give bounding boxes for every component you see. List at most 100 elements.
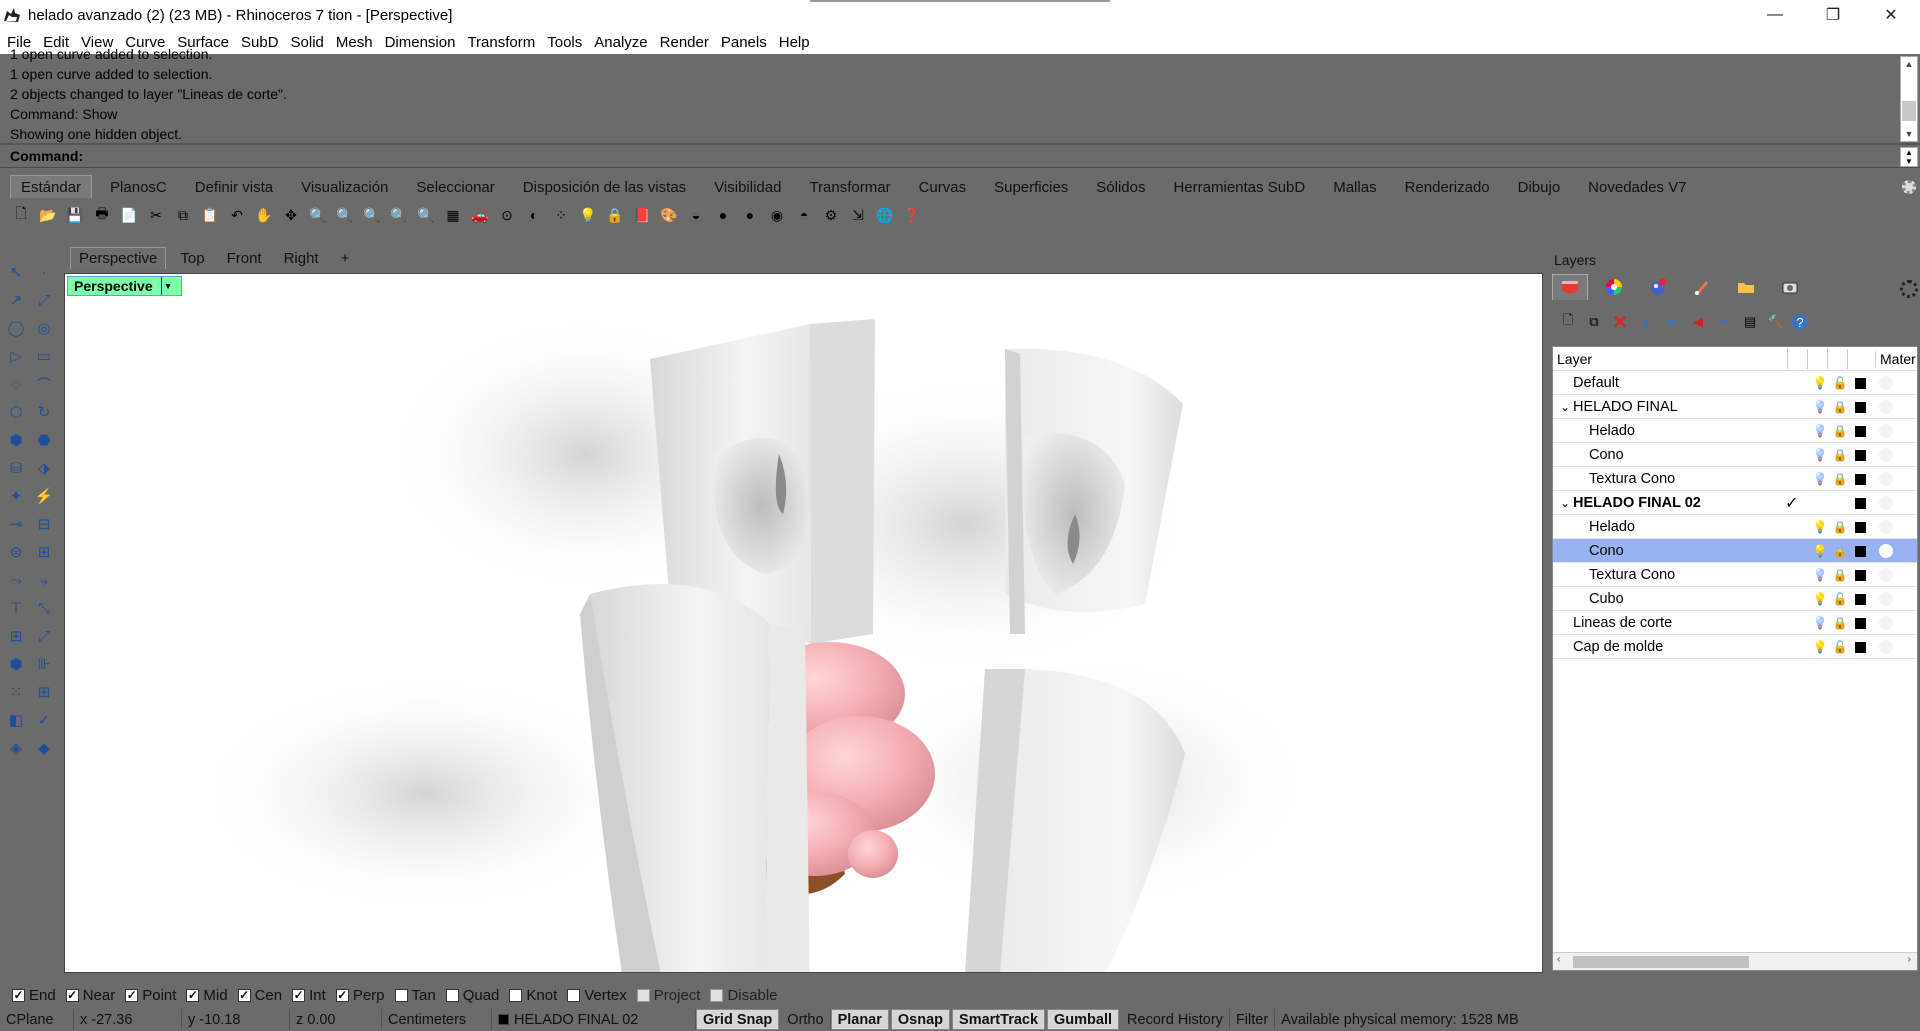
toolbox-tool-icon[interactable]: ⬢	[4, 652, 28, 676]
zoom-window-icon[interactable]: 🔍	[334, 204, 356, 226]
osnap-near[interactable]: ✓ Near	[65, 987, 115, 1004]
toolbox-tool-icon[interactable]: ·	[32, 260, 56, 284]
render-icon[interactable]: ◉	[766, 204, 788, 226]
tools-icon[interactable]: 🔨	[1766, 312, 1786, 332]
toolbox-tool-icon[interactable]: ⤳	[4, 568, 28, 592]
toolbar-tab[interactable]: Renderizado	[1395, 176, 1500, 198]
lock-icon[interactable]: 🔒	[1833, 447, 1848, 463]
layer-color-swatch[interactable]	[1855, 546, 1866, 557]
lock-icon[interactable]: 🔒	[1833, 615, 1848, 631]
osnap-checkbox[interactable]: ✓	[335, 988, 349, 1002]
close-button[interactable]: ✕	[1862, 0, 1920, 30]
osnap-perp[interactable]: ✓ Perp	[335, 987, 385, 1004]
material-sphere-icon[interactable]	[1879, 544, 1893, 558]
osnap-checkbox[interactable]: ✓	[12, 988, 25, 1002]
lock-icon[interactable]: 🔒	[1833, 543, 1848, 559]
zoom-extents-icon[interactable]: 🔍	[361, 204, 383, 226]
save-icon[interactable]: 💾	[64, 204, 86, 226]
menu-help[interactable]: Help	[779, 34, 810, 51]
material-slot[interactable]	[1879, 568, 1893, 582]
menu-dimension[interactable]: Dimension	[385, 34, 456, 51]
zoom-all-icon[interactable]: 🔍	[415, 204, 437, 226]
panel-settings-gear-icon[interactable]	[1900, 280, 1918, 298]
library-tab[interactable]	[1728, 274, 1764, 300]
osnap-disable[interactable]: Disable	[710, 987, 778, 1004]
toolbar-tab[interactable]: Disposición de las vistas	[513, 176, 696, 198]
viewport-tab-front[interactable]: Front	[219, 248, 270, 269]
layer-color-swatch[interactable]	[1855, 426, 1866, 437]
layer-color-swatch[interactable]	[1855, 402, 1866, 413]
layer-row[interactable]: Helado 💡 🔒	[1553, 515, 1917, 539]
toolbox-tool-icon[interactable]: ▷	[4, 344, 28, 368]
toolbar-tab[interactable]: Curvas	[909, 176, 977, 198]
units-status[interactable]: Centimeters	[382, 1009, 492, 1030]
osnap-end[interactable]: ✓ End	[12, 987, 56, 1004]
add-viewport-tab-button[interactable]: +	[333, 248, 358, 269]
layer-list-hscrollbar[interactable]: ‹ ›	[1553, 952, 1917, 970]
osnap-checkbox[interactable]	[567, 988, 581, 1002]
layer-row[interactable]: Cono 💡 🔒	[1553, 443, 1917, 467]
grid-snap-toggle[interactable]: Grid Snap	[696, 1009, 780, 1030]
command-input[interactable]	[90, 147, 1890, 167]
toolbar-tab[interactable]: Superficies	[984, 176, 1078, 198]
display-tab[interactable]	[1596, 274, 1632, 300]
import-icon[interactable]: 📄	[118, 204, 140, 226]
select-points-icon[interactable]: ⁘	[550, 204, 572, 226]
copy-icon[interactable]: ⧉	[172, 204, 194, 226]
scroll-right-icon[interactable]: ›	[1908, 954, 1911, 965]
visibility-bulb-icon[interactable]: 💡	[1813, 519, 1828, 535]
layer-color-swatch[interactable]	[1855, 498, 1866, 509]
osnap-int[interactable]: ✓ Int	[292, 987, 326, 1004]
globe-icon[interactable]: 🌐	[874, 204, 896, 226]
toolbox-tool-icon[interactable]: ⤡	[32, 596, 56, 620]
osnap-tan[interactable]: Tan	[394, 987, 436, 1004]
toolbox-tool-icon[interactable]: ⊪	[32, 652, 56, 676]
toolbox-tool-icon[interactable]: ◌	[4, 372, 28, 396]
layer-row[interactable]: Textura Cono 💡 🔒	[1553, 467, 1917, 491]
command-spinner[interactable]: ▲ ▼	[1900, 147, 1918, 167]
paste-icon[interactable]: 📋	[199, 204, 221, 226]
filter-icon[interactable]: ⏷	[1714, 312, 1734, 332]
toolbar-tab[interactable]: Visualización	[291, 176, 398, 198]
scroll-thumb[interactable]	[1902, 101, 1916, 121]
osnap-checkbox[interactable]: ✓	[292, 988, 306, 1002]
toolbox-tool-icon[interactable]: ⬢	[4, 428, 28, 452]
toolbox-tool-icon[interactable]: ⛁	[4, 456, 28, 480]
toolbox-tool-icon[interactable]: ⬡	[4, 400, 28, 424]
visibility-bulb-icon[interactable]: 💡	[1813, 375, 1828, 391]
osnap-checkbox[interactable]: ✓	[65, 988, 79, 1002]
osnap-quad[interactable]: Quad	[445, 987, 499, 1004]
material-slot[interactable]	[1879, 448, 1893, 462]
new-sublayer-icon[interactable]: ⧉	[1584, 312, 1604, 332]
toolbox-tool-icon[interactable]: ⬣	[32, 428, 56, 452]
lock-icon[interactable]: 🔒	[604, 204, 626, 226]
lock-icon[interactable]: 🔒	[1833, 471, 1848, 487]
wireframe-icon[interactable]: ◒	[685, 204, 707, 226]
planar-toggle[interactable]: Planar	[830, 1009, 889, 1030]
toolbox-tool-icon[interactable]: ✦	[4, 484, 28, 508]
perspective-viewport[interactable]: Perspective ▼	[64, 273, 1543, 973]
record-history-toggle[interactable]: Record History	[1121, 1009, 1230, 1030]
layer-row[interactable]: ⌄ HELADO FINAL 02 ✓	[1553, 491, 1917, 515]
osnap-cen[interactable]: ✓ Cen	[237, 987, 282, 1004]
named-view-icon[interactable]: ◐	[523, 204, 545, 226]
gumball-toggle[interactable]: Gumball	[1047, 1009, 1120, 1030]
material-slot[interactable]	[1879, 640, 1893, 654]
scroll-left-icon[interactable]: ‹	[1557, 954, 1560, 965]
toolbar-tab[interactable]: Sólidos	[1086, 176, 1155, 198]
toolbox-tool-icon[interactable]: ✓	[32, 708, 56, 732]
menu-solid[interactable]: Solid	[291, 34, 324, 51]
print-icon[interactable]: 🖶	[91, 204, 113, 226]
visibility-bulb-icon[interactable]: 💡	[1813, 399, 1828, 415]
named-views-tab[interactable]	[1772, 274, 1808, 300]
materials-tab[interactable]	[1640, 274, 1676, 300]
toolbox-tool-icon[interactable]: ⊞	[32, 540, 56, 564]
cut-icon[interactable]: ✂	[145, 204, 167, 226]
undo-icon[interactable]: ↶	[226, 204, 248, 226]
menu-analyze[interactable]: Analyze	[594, 34, 647, 51]
move-down-icon[interactable]: ▼	[1662, 312, 1682, 332]
render-tab[interactable]	[1684, 274, 1720, 300]
menu-render[interactable]: Render	[660, 34, 709, 51]
move-up-icon[interactable]: ▲	[1636, 312, 1656, 332]
layer-state-icon[interactable]: ▤	[1740, 312, 1760, 332]
